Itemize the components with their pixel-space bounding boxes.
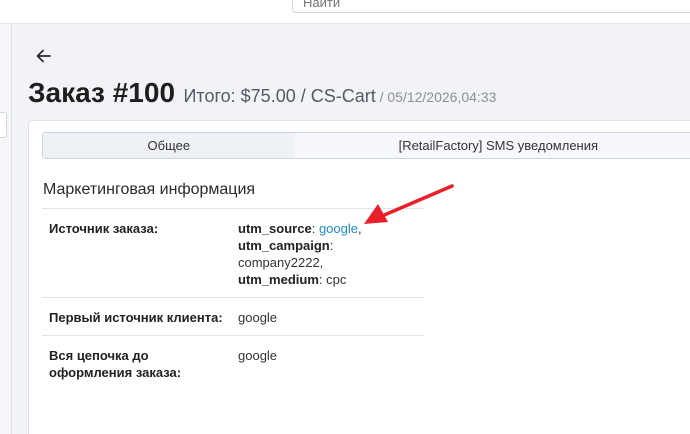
utm-campaign-key: utm_campaign [238,238,330,253]
first-source-label: Первый источник клиента: [42,297,232,336]
arrow-left-icon[interactable] [34,46,54,66]
order-source-value: utm_source: google, utm_campaign: compan… [232,208,424,298]
utm-medium-key: utm_medium [238,272,319,287]
order-source-label: Источник заказа: [42,208,232,298]
utm-campaign-value: company2222, [238,255,324,270]
main-content: Заказ #100 Итого: $75.00 / CS-Cart / 05/… [12,24,690,434]
order-card: Общее [RetailFactory] SMS уведомления Ма… [28,120,690,434]
page-title: Заказ #100 Итого: $75.00 / CS-Cart / 05/… [28,77,496,109]
left-sidebar-rail [0,24,12,434]
tab-bar: Общее [RetailFactory] SMS уведомления [42,132,690,159]
sidebar-toggle-handle[interactable] [0,112,7,138]
table-row: Вся цепочка до оформления заказа: google [42,335,424,390]
utm-source-link[interactable]: google [319,221,358,236]
utm-medium-value: cpc [326,272,347,287]
order-total: Итого: $75.00 / CS-Cart [183,86,376,106]
marketing-section-title: Маркетинговая информация [43,181,256,198]
first-source-value: google [232,297,424,336]
order-chain-label: Вся цепочка до оформления заказа: [42,335,232,390]
order-chain-value: google [232,335,424,390]
top-bar [0,0,690,24]
tab-sms-notifications[interactable]: [RetailFactory] SMS уведомления [294,133,690,158]
tab-general[interactable]: Общее [43,133,295,158]
utm-source-key: utm_source [238,221,312,236]
table-row: Источник заказа: utm_source: google, utm… [42,208,424,298]
marketing-info-table: Источник заказа: utm_source: google, utm… [42,208,424,390]
order-number: Заказ #100 [28,77,176,108]
table-row: Первый источник клиента: google [42,297,424,336]
order-date: / 05/12/2026,04:33 [375,89,497,105]
search-input[interactable] [292,0,690,13]
